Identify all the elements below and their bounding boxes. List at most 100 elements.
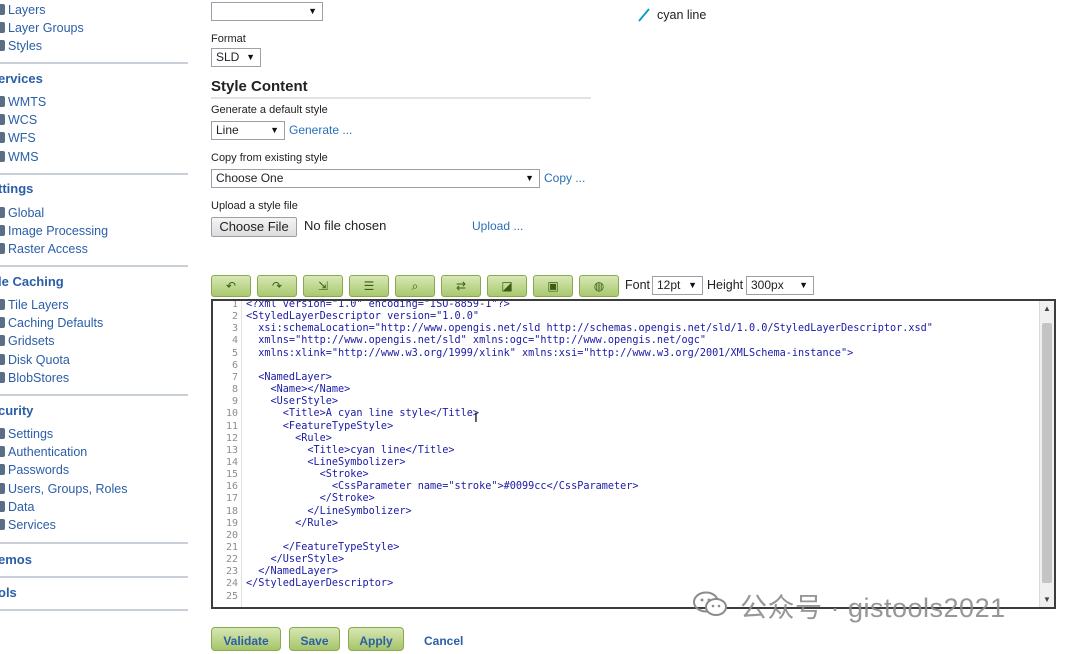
code-line[interactable]: xmlns:xlink="http://www.w3.org/1999/xlin… [246,348,853,360]
choose-file-button[interactable]: Choose File [211,217,297,237]
sidebar-item-security-settings[interactable]: Settings [0,426,53,442]
code-line[interactable]: <NamedLayer> [246,372,332,384]
line-number: 12 [225,432,238,444]
code-line[interactable]: <Title>cyan line</Title> [246,445,454,457]
upload-link[interactable]: Upload ... [472,219,523,233]
code-line[interactable]: <Rule> [246,433,332,445]
font-label: Font [625,278,651,292]
sidebar-item-wmts[interactable]: WMTS [0,94,46,110]
code-line[interactable]: <CssParameter name="stroke">#0099cc</Css… [246,481,639,493]
redo-button[interactable]: ↷ [257,275,297,297]
sidebar-item-label: Passwords [8,463,70,477]
copy-style-label: Copy from existing style [211,152,328,164]
security-icon [0,519,5,530]
sidebar-item-authentication[interactable]: Authentication [0,444,87,460]
color-picker-button[interactable]: ◪ [487,275,527,297]
legend-label: cyan line [657,8,707,22]
line-number: 23 [225,566,238,578]
code-line[interactable]: </NamedLayer> [246,566,338,578]
preview-image-button[interactable]: ▣ [533,275,573,297]
legend-button[interactable]: ◍ [579,275,619,297]
line-number: 18 [225,505,238,517]
scroll-down-icon[interactable]: ▼ [1043,595,1051,604]
sidebar-item-label: BlobStores [8,371,70,385]
format-select[interactable]: SLD ▼ [211,48,261,67]
sidebar-item-global[interactable]: Global [0,205,44,221]
code-line[interactable]: </UserStyle> [246,554,345,566]
text-cursor-icon: I [474,409,478,425]
font-size-value: 12pt [657,278,681,292]
editor-scrollbar[interactable]: ▲ ▼ [1039,301,1054,607]
code-line[interactable]: <Name></Name> [246,384,351,396]
sidebar-item-image-processing[interactable]: Image Processing [0,223,108,239]
sidebar-item-raster-access[interactable]: Raster Access [0,241,88,257]
line-number: 14 [225,456,238,468]
sidebar-item-layers[interactable]: Layers [0,2,46,18]
copy-style-select[interactable]: Choose One ▼ [211,169,540,188]
sidebar-item-data-security[interactable]: Data [0,499,34,515]
code-line[interactable]: xmlns="http://www.opengis.net/sld" xmlns… [246,335,706,347]
code-line[interactable]: </LineSymbolizer> [246,506,411,518]
code-line[interactable]: <Stroke> [246,469,369,481]
code-line[interactable]: </Stroke> [246,493,375,505]
code-line[interactable]: </FeatureTypeStyle> [246,542,400,554]
code-line[interactable]: <UserStyle> [246,396,338,408]
color-picker-icon: ◪ [501,279,513,293]
validate-button[interactable]: Validate [211,627,281,651]
undo-button[interactable]: ↶ [211,275,251,297]
sidebar-heading-services: ervices [0,71,43,86]
generate-style-select[interactable]: Line ▼ [211,121,285,140]
sidebar-item-caching-defaults[interactable]: Caching Defaults [0,315,103,331]
code-line[interactable]: <FeatureTypeStyle> [246,421,393,433]
code-line[interactable]: <?xml version="1.0" encoding="ISO-8859-1… [246,301,510,311]
sidebar-item-gridsets[interactable]: Gridsets [0,333,55,349]
sidebar-item-label: WFS [8,131,36,145]
code-line[interactable]: </Rule> [246,518,338,530]
sidebar-item-styles[interactable]: Styles [0,38,42,54]
top-select[interactable]: ▼ [211,2,323,21]
line-number: 15 [225,469,238,481]
generate-link[interactable]: Generate ... [289,123,352,137]
service-icon [0,96,5,107]
font-size-select[interactable]: 12pt ▼ [652,276,703,295]
search-button[interactable]: ⌕ [395,275,435,297]
code-line[interactable]: <Title>A cyan line style</Title> [246,408,479,420]
sidebar-item-users-groups-roles[interactable]: Users, Groups, Roles [0,481,127,497]
tile-icon [0,354,5,365]
reformat-button[interactable]: ☰ [349,275,389,297]
code-line[interactable]: </StyledLayerDescriptor> [246,578,393,590]
code-line[interactable]: <StyledLayerDescriptor version="1.0.0" [246,311,479,323]
sidebar-item-passwords[interactable]: Passwords [0,462,69,478]
sidebar-item-layer-groups[interactable]: Layer Groups [0,20,84,36]
save-button[interactable]: Save [289,627,340,651]
sidebar-item-wcs[interactable]: WCS [0,112,37,128]
format-select-value: SLD [216,50,240,64]
scroll-thumb[interactable] [1042,323,1052,583]
editor-height-value: 300px [751,278,784,292]
code-line[interactable]: xsi:schemaLocation="http://www.opengis.n… [246,323,933,335]
editor-height-select[interactable]: 300px ▼ [746,276,814,295]
sidebar-heading-settings: ttings [0,181,34,196]
replace-button[interactable]: ⇄ [441,275,481,297]
sidebar-item-wms[interactable]: WMS [0,149,39,165]
sidebar-heading-demos[interactable]: emos [0,552,32,567]
apply-button[interactable]: Apply [348,627,404,651]
sidebar-divider [0,265,188,267]
copy-link[interactable]: Copy ... [544,171,585,185]
sidebar-item-services-security[interactable]: Services [0,517,56,533]
code-line[interactable]: <LineSymbolizer> [246,457,405,469]
generate-style-value: Line [216,123,239,137]
sidebar-item-blobstores[interactable]: BlobStores [0,370,69,386]
code-editor[interactable]: 1 2 3 4 5 6 7 8 9 10 11 12 13 14 15 16 17 18 19 20 21 22 23 24 2… [211,299,1056,609]
line-number: 10 [225,408,238,420]
line-number: 25 [225,590,238,602]
go-to-line-button[interactable]: ⇲ [303,275,343,297]
cancel-link[interactable]: Cancel [424,634,463,648]
layers-icon [0,4,5,15]
sidebar-item-wfs[interactable]: WFS [0,130,36,146]
sidebar-item-disk-quota[interactable]: Disk Quota [0,352,70,368]
line-number: 5 [231,347,238,359]
sidebar-heading-tools[interactable]: ols [0,585,17,600]
sidebar-item-tile-layers[interactable]: Tile Layers [0,297,69,313]
scroll-up-icon[interactable]: ▲ [1043,304,1051,313]
